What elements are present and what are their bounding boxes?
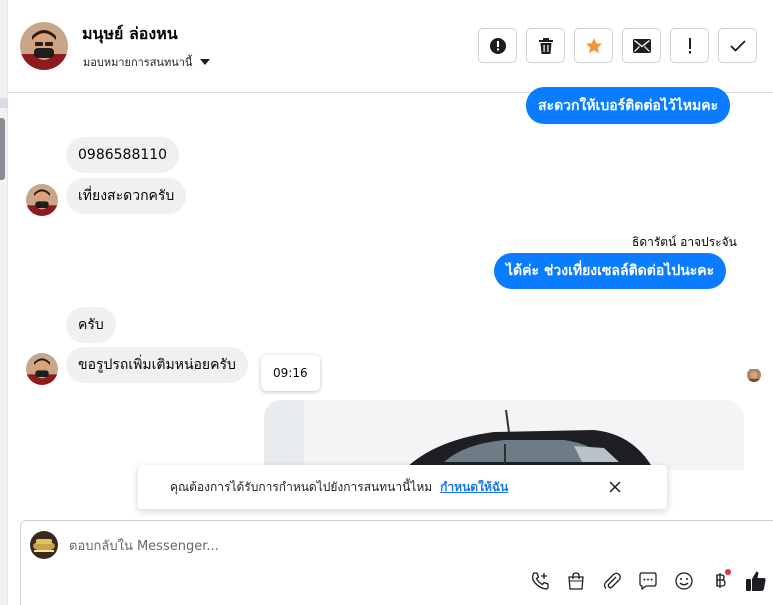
trash-icon <box>538 37 553 54</box>
message-incoming[interactable]: เที่ยงสะดวกครับ <box>66 178 187 214</box>
star-icon <box>585 37 602 53</box>
assign-prompt-text: คุณต้องการได้รับการกำหนดไปยังการสนทนานี้… <box>170 479 433 494</box>
message-incoming[interactable]: 0986588110 <box>66 137 180 173</box>
done-button[interactable] <box>718 28 757 63</box>
conversation-header: มนุษย์ ล่องหน มอบหมายการสนทนานี้ <box>8 0 773 93</box>
message-incoming[interactable]: ครับ <box>66 307 116 343</box>
reply-composer <box>20 520 773 605</box>
composer-actions <box>528 569 768 593</box>
caret-down-icon <box>200 59 211 65</box>
sender-avatar[interactable] <box>26 353 58 385</box>
assign-prompt-banner: คุณต้องการได้รับการกำหนดไปยังการสนทนานี้… <box>138 465 667 509</box>
assign-conversation-dropdown[interactable]: มอบหมายการสนทนานี้ <box>83 53 211 71</box>
seen-avatar <box>747 368 761 382</box>
reply-input[interactable] <box>69 535 669 557</box>
conversation-toolbar <box>478 28 757 63</box>
thumbs-up-icon[interactable] <box>744 569 768 593</box>
shopping-bag-icon[interactable] <box>564 569 588 593</box>
sender-name: ธิดารัตน์ อาจประจัน <box>632 235 737 249</box>
scrollbar-thumb[interactable] <box>0 118 5 180</box>
envelope-icon <box>632 38 651 53</box>
message-incoming[interactable]: ขอรูปรถเพิ่มเติมหน่อยครับ <box>66 347 248 383</box>
message-outgoing[interactable]: สะดวกให้เบอร์ติดต่อไว้ไหมคะ <box>526 87 731 124</box>
exclamation-icon <box>688 37 691 53</box>
attachment-icon[interactable] <box>600 569 624 593</box>
assign-to-me-link[interactable]: กำหนดให้ฉัน <box>440 478 508 497</box>
left-scrollbar[interactable] <box>0 0 8 605</box>
follow-up-button[interactable] <box>670 28 709 63</box>
scrollbar-arrow[interactable] <box>0 98 8 108</box>
alert-circle-icon <box>489 37 506 54</box>
delete-button[interactable] <box>526 28 565 63</box>
car-photo-attachment[interactable] <box>264 400 744 470</box>
emoji-icon[interactable] <box>672 569 696 593</box>
mark-unread-button[interactable] <box>622 28 661 63</box>
close-icon[interactable] <box>607 479 623 495</box>
assign-label: มอบหมายการสนทนานี้ <box>83 56 193 69</box>
baht-payment-icon[interactable] <box>708 569 732 593</box>
notification-dot <box>725 569 731 575</box>
sender-avatar[interactable] <box>26 184 58 216</box>
contact-name[interactable]: มนุษย์ ล่องหน <box>82 22 178 47</box>
star-button[interactable] <box>574 28 613 63</box>
mark-spam-button[interactable] <box>478 28 517 63</box>
saved-reply-icon[interactable] <box>636 569 660 593</box>
call-icon[interactable] <box>528 569 552 593</box>
timestamp-tooltip: 09:16 <box>261 355 320 391</box>
contact-avatar[interactable] <box>20 22 68 70</box>
message-outgoing[interactable]: ได้ค่ะ ช่วงเที่ยงเซลล์ติดต่อไปนะคะ <box>494 253 727 289</box>
page-avatar <box>30 531 58 559</box>
check-icon <box>729 39 746 52</box>
